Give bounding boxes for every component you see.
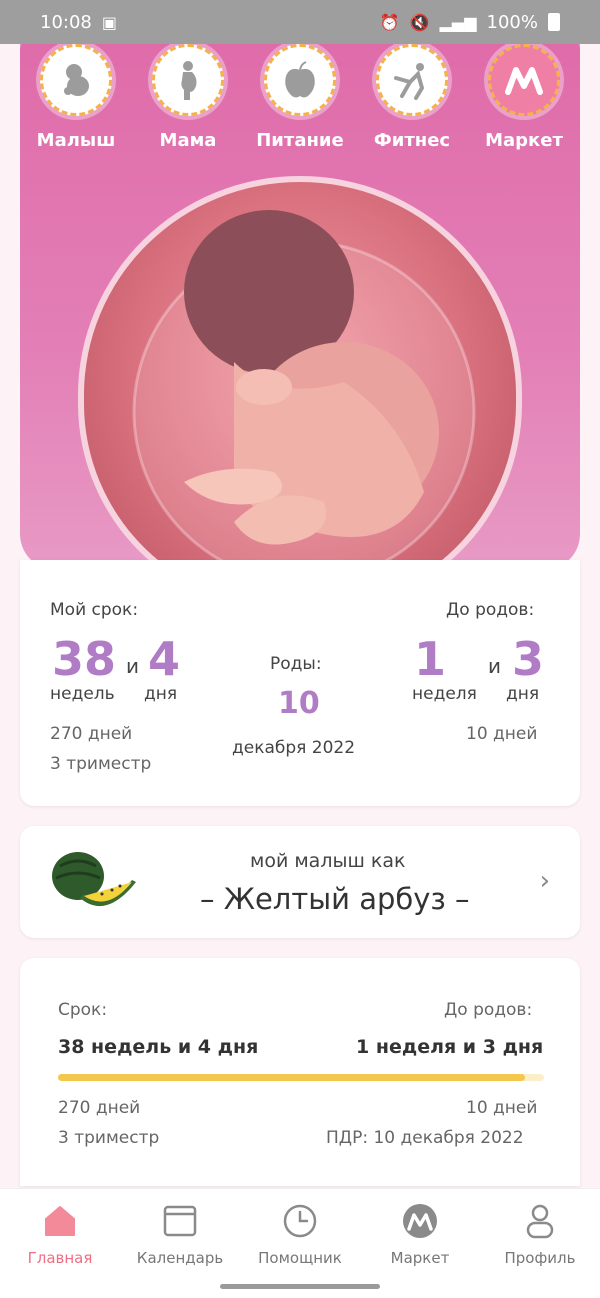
- yoga-icon: [376, 44, 448, 116]
- term-card: Мой срок: 38 и 4 недель дня 270 дней 3 т…: [20, 560, 580, 806]
- trimester: 3 триместр: [50, 754, 152, 774]
- fruit-subtitle: мой малыш как: [250, 850, 406, 872]
- progress-days: 270 дней: [58, 1098, 141, 1118]
- category-label: Фитнес: [373, 130, 451, 151]
- fetus-illustration[interactable]: [84, 182, 516, 608]
- nav-label: Календарь: [136, 1249, 224, 1267]
- battery-percent: 100%: [486, 11, 538, 33]
- days-unit: дня: [144, 684, 178, 704]
- due-date: ПДР: 10 декабря 2022: [326, 1128, 524, 1148]
- home-indicator[interactable]: [220, 1284, 380, 1289]
- birth-month-year: декабря 2022: [232, 738, 356, 758]
- category-label: Маркет: [485, 130, 563, 151]
- category-mama[interactable]: Мама: [138, 44, 238, 151]
- pregnancy-progress-bar: [58, 1074, 544, 1081]
- clock-icon: [283, 1204, 317, 1238]
- market-icon: [403, 1204, 437, 1238]
- pregnant-mother-icon: [152, 44, 224, 116]
- until-weeks-number: 1: [414, 632, 447, 686]
- profile-icon: [526, 1204, 554, 1239]
- until-total-days: 10 дней: [466, 724, 538, 744]
- category-label: Мама: [159, 130, 217, 151]
- days-number: 4: [148, 632, 181, 686]
- weeks-unit: недель: [50, 684, 115, 704]
- until-and-text: и: [488, 654, 501, 678]
- watermelon-icon: [52, 852, 136, 907]
- category-label: Малыш: [36, 130, 116, 151]
- fruit-name: – Желтый арбуз –: [200, 882, 470, 916]
- fruit-size-card[interactable]: мой малыш как – Желтый арбуз – ›: [20, 826, 580, 938]
- nav-label: Профиль: [504, 1249, 576, 1267]
- apple-icon: [264, 44, 336, 116]
- progress-fill: [58, 1074, 525, 1081]
- market-logo-icon: [488, 44, 560, 116]
- category-fitness[interactable]: Фитнес: [362, 44, 462, 151]
- weeks-number: 38: [52, 632, 117, 686]
- mute-icon: 🔇: [409, 12, 430, 32]
- status-bar: 10:08 ▣ ⏰ 🔇 ▂▄▆ 100%: [0, 0, 600, 44]
- category-market[interactable]: Маркет: [474, 44, 574, 151]
- progress-term-label: Срок:: [58, 1000, 108, 1020]
- progress-term-value: 38 недель и 4 дня: [58, 1036, 259, 1058]
- fetus-illustration-frame: [78, 176, 522, 614]
- progress-until-label: До родов:: [444, 1000, 533, 1020]
- birth-day: 10: [278, 686, 320, 721]
- until-weeks-unit: неделя: [412, 684, 477, 704]
- status-time: 10:08: [40, 11, 92, 33]
- status-left: 10:08 ▣: [40, 12, 117, 33]
- and-text: и: [126, 654, 139, 678]
- home-icon: [45, 1206, 75, 1236]
- category-nutrition[interactable]: Питание: [250, 44, 350, 151]
- alarm-icon: ⏰: [379, 12, 400, 32]
- progress-trimester: 3 триместр: [58, 1128, 160, 1148]
- signal-icon: ▂▄▆: [439, 12, 477, 32]
- calendar-icon: [163, 1205, 197, 1237]
- nav-label: Помощник: [258, 1249, 342, 1267]
- progress-card: Срок: До родов: 38 недель и 4 дня 1 неде…: [20, 958, 580, 1186]
- birth-label: Роды:: [270, 654, 322, 674]
- progress-until-value: 1 неделя и 3 дня: [356, 1036, 544, 1058]
- category-baby[interactable]: Малыш: [26, 44, 126, 151]
- battery-icon: [548, 13, 560, 31]
- progress-days-left: 10 дней: [466, 1098, 538, 1118]
- nav-profile[interactable]: Профиль: [480, 1201, 600, 1298]
- category-row: Малыш Мама Питание Фитнес Маркет: [20, 44, 580, 151]
- nav-label: Главная: [27, 1249, 93, 1267]
- bottom-navigation: Главная Календарь Помощник Маркет Профил…: [0, 1188, 600, 1298]
- chevron-right-icon: ›: [539, 866, 550, 896]
- total-days: 270 дней: [50, 724, 133, 744]
- until-birth-label: До родов:: [446, 600, 535, 620]
- category-label: Питание: [256, 130, 344, 151]
- baby-icon: [40, 44, 112, 116]
- until-days-unit: дня: [506, 684, 540, 704]
- nav-label: Маркет: [390, 1249, 450, 1267]
- my-term-label: Мой срок:: [50, 600, 139, 620]
- until-days-number: 3: [512, 632, 545, 686]
- nav-home[interactable]: Главная: [0, 1201, 120, 1298]
- notification-icon: ▣: [101, 12, 117, 32]
- status-right: ⏰ 🔇 ▂▄▆ 100%: [380, 12, 560, 33]
